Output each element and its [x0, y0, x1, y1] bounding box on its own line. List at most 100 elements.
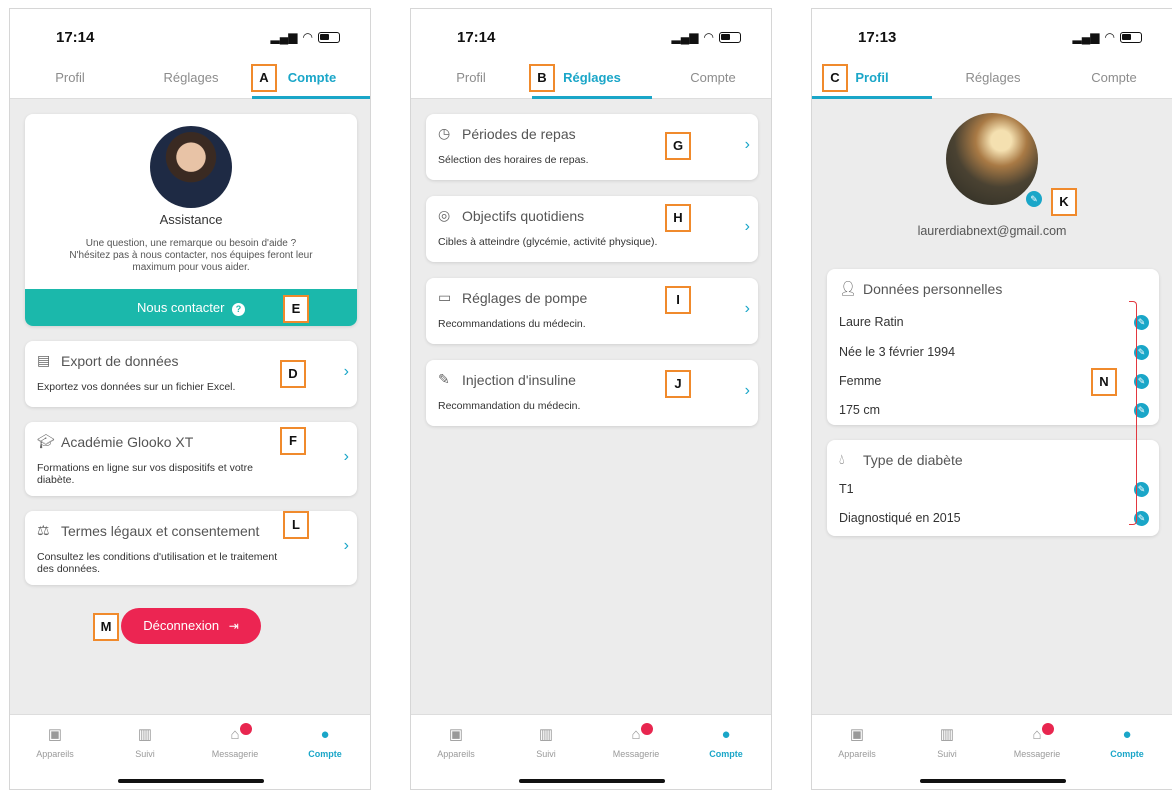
nav-label: Appareils — [36, 749, 74, 759]
header: 17:14 ▂▄▆ ◠ Profil Réglages Compte — [411, 9, 771, 99]
meals-card[interactable]: ◷ Périodes de repas Sélection des horair… — [426, 114, 758, 180]
status-icons: ▂▄▆ ◠ — [672, 30, 741, 44]
tab-profil[interactable]: Profil — [10, 70, 130, 85]
profile-email: laurerdiabnext@gmail.com — [917, 224, 1067, 238]
academy-card[interactable]: 🎓︎ Académie Glooko XT Formations en lign… — [25, 422, 357, 496]
pump-icon: ▭ — [438, 289, 452, 305]
assistance-title: Assistance — [159, 212, 223, 227]
chevron-right-icon: › — [343, 448, 349, 465]
status-time: 17:13 — [858, 29, 897, 46]
nav-label: Messagerie — [1013, 749, 1061, 759]
marker-l: L — [283, 511, 309, 539]
contact-button-label: Nous contacter — [136, 300, 225, 315]
nav-suivi[interactable]: ▥ Suivi — [902, 725, 992, 759]
marker-a: A — [251, 64, 277, 92]
assistance-avatar — [150, 126, 232, 208]
nav-appareils[interactable]: ▣ Appareils — [10, 725, 100, 759]
insulin-card[interactable]: ✎ Injection d'insuline Recommandation du… — [426, 360, 758, 426]
nav-compte[interactable]: ● Compte — [681, 725, 771, 759]
signal-icon: ▂▄▆ — [1072, 30, 1100, 44]
birth-value: Née le 3 février 1994 — [839, 345, 956, 359]
marker-e: E — [283, 295, 309, 323]
marker-n: N — [1091, 368, 1117, 396]
header: 17:13 ▂▄▆ ◠ Profil Réglages Compte — [812, 9, 1172, 99]
annotation-bracket — [1129, 301, 1137, 525]
phone-screen-settings: 17:14 ▂▄▆ ◠ Profil Réglages Compte ◷ Pér… — [410, 8, 772, 790]
academy-desc-line-2: diabète. — [37, 474, 75, 486]
chevron-right-icon: › — [744, 382, 750, 399]
legal-desc: Consultez les conditions d'utilisation e… — [37, 551, 342, 575]
notification-dot — [1042, 723, 1054, 735]
name-value: Laure Ratin — [839, 315, 904, 329]
personal-data-title: Données personnelles — [863, 281, 1003, 297]
tab-compte[interactable]: Compte — [1054, 70, 1172, 85]
tab-reglages[interactable]: Réglages — [131, 70, 251, 85]
nav-label: Suivi — [135, 749, 155, 759]
assistance-line-3: maximum pour vous aider. — [132, 262, 250, 273]
user-gear-icon: ● — [320, 726, 330, 743]
nav-messagerie[interactable]: ⌂ Messagerie — [190, 723, 280, 759]
diabetes-card: 💧︎ Type de diabète T1 ✎ Diagnostiqué en … — [827, 440, 1159, 536]
wifi-icon: ◠ — [703, 30, 714, 44]
nav-compte[interactable]: ● Compte — [1082, 725, 1172, 759]
chevron-right-icon: › — [744, 136, 750, 153]
target-icon: ◎ — [438, 207, 451, 223]
marker-m: M — [93, 613, 119, 641]
nav-compte[interactable]: ● Compte — [280, 725, 370, 759]
diabetes-type-value: T1 — [839, 482, 854, 496]
user-gear-icon: ● — [1122, 726, 1132, 743]
nav-messagerie[interactable]: ⌂ Messagerie — [591, 723, 681, 759]
assistance-text: Une question, une remarque ou besoin d'a… — [25, 238, 357, 274]
logout-button[interactable]: Déconnexion ⇥ — [121, 608, 261, 644]
tab-underline — [812, 96, 932, 99]
tab-profil[interactable]: Profil — [411, 70, 531, 85]
graduation-cap-icon: 🎓︎ — [37, 433, 55, 449]
assistance-line-1: Une question, une remarque ou besoin d'a… — [85, 238, 297, 249]
pump-card[interactable]: ▭ Réglages de pompe Recommandations du m… — [426, 278, 758, 344]
tab-bar: Profil Réglages Compte — [411, 64, 771, 99]
insulin-title: Injection d'insuline — [462, 372, 576, 388]
tab-bar: Profil Réglages Compte — [10, 64, 370, 99]
phone-screen-account: 17:14 ▂▄▆ ◠ Profil Réglages Compte Assis… — [9, 8, 371, 790]
chevron-right-icon: › — [744, 218, 750, 235]
nav-suivi[interactable]: ▥ Suivi — [100, 725, 190, 759]
notification-dot — [641, 723, 653, 735]
nav-label: Suivi — [536, 749, 556, 759]
nav-appareils[interactable]: ▣ Appareils — [812, 725, 902, 759]
profile-avatar[interactable] — [946, 113, 1038, 205]
meals-desc: Sélection des horaires de repas. — [438, 154, 589, 166]
nav-suivi[interactable]: ▥ Suivi — [501, 725, 591, 759]
export-title: Export de données — [61, 353, 179, 369]
bottom-nav: ▣ Appareils ▥ Suivi ⌂ Messagerie ● Compte — [10, 714, 370, 789]
nav-appareils[interactable]: ▣ Appareils — [411, 725, 501, 759]
nav-label: Messagerie — [612, 749, 660, 759]
device-icon: ▣ — [47, 726, 63, 743]
chevron-right-icon: › — [343, 537, 349, 554]
wifi-icon: ◠ — [302, 30, 313, 44]
tab-reglages[interactable]: Réglages — [933, 70, 1053, 85]
help-icon: ? — [232, 303, 246, 316]
status-time: 17:14 — [457, 29, 496, 46]
nav-label: Messagerie — [211, 749, 259, 759]
status-time: 17:14 — [56, 29, 95, 46]
edit-avatar-icon[interactable]: ✎ — [1026, 191, 1042, 207]
syringe-icon: ✎ — [438, 371, 450, 387]
home-indicator — [920, 779, 1066, 783]
nav-messagerie[interactable]: ⌂ Messagerie — [992, 723, 1082, 759]
meals-title: Périodes de repas — [462, 126, 576, 142]
header: 17:14 ▂▄▆ ◠ Profil Réglages Compte — [10, 9, 370, 99]
tab-compte[interactable]: Compte — [653, 70, 771, 85]
chevron-right-icon: › — [343, 363, 349, 380]
goals-desc: Cibles à atteindre (glycémie, activité p… — [438, 236, 658, 248]
chart-icon: ▥ — [538, 726, 554, 743]
status-icons: ▂▄▆ ◠ — [271, 30, 340, 44]
chart-icon: ▥ — [137, 726, 153, 743]
export-icon: ▤ — [37, 352, 51, 368]
academy-desc: Formations en ligne sur vos dispositifs … — [37, 462, 342, 486]
goals-card[interactable]: ◎ Objectifs quotidiens Cibles à atteindr… — [426, 196, 758, 262]
wifi-icon: ◠ — [1104, 30, 1115, 44]
nav-label: Compte — [308, 749, 342, 759]
marker-b: B — [529, 64, 555, 92]
phone-screen-profile: 17:13 ▂▄▆ ◠ Profil Réglages Compte ✎ lau… — [811, 8, 1172, 790]
export-card[interactable]: ▤ Export de données Exportez vos données… — [25, 341, 357, 407]
